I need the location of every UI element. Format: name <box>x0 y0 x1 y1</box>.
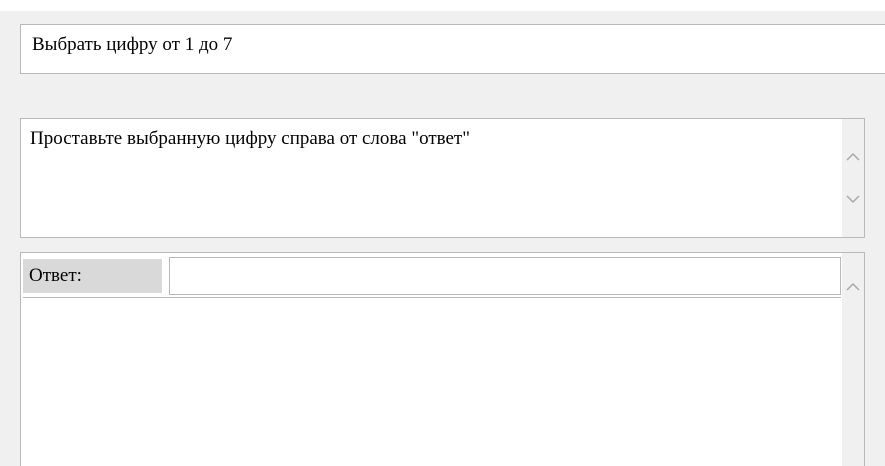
answer-label: Ответ: <box>23 259 162 293</box>
chevron-up-icon[interactable] <box>846 152 860 162</box>
chevron-up-icon[interactable] <box>846 282 860 292</box>
task-panel: Выбрать цифру от 1 до 7 <box>20 24 885 74</box>
instruction-scrollbar[interactable] <box>842 119 864 237</box>
instruction-text: Проставьте выбранную цифру справа от сло… <box>30 128 470 149</box>
answer-scrollbar[interactable] <box>842 253 864 466</box>
task-text: Выбрать цифру от 1 до 7 <box>32 34 233 55</box>
instruction-panel: Проставьте выбранную цифру справа от сло… <box>20 118 865 238</box>
answer-input[interactable] <box>169 257 841 295</box>
chevron-down-icon[interactable] <box>846 194 860 204</box>
answer-row: Ответ: <box>23 257 841 298</box>
answer-panel: Ответ: <box>20 252 865 466</box>
top-strip <box>0 0 885 11</box>
